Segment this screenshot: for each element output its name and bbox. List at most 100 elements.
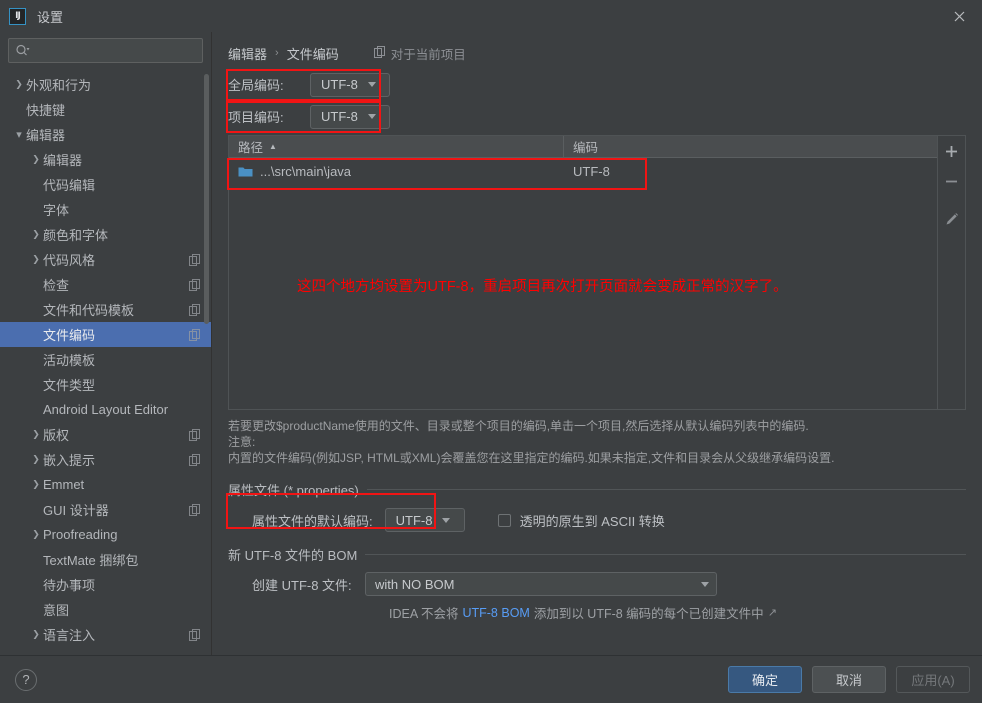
sidebar-item-12[interactable]: ❯文件类型 bbox=[0, 372, 211, 397]
breadcrumb-separator: › bbox=[275, 47, 279, 59]
sidebar-item-17[interactable]: ❯GUI 设计器 bbox=[0, 497, 211, 522]
chevron-right-icon[interactable]: ❯ bbox=[29, 429, 43, 440]
close-icon[interactable] bbox=[936, 0, 982, 32]
logo-text: IJ bbox=[15, 11, 21, 21]
copy-icon bbox=[188, 628, 201, 641]
column-header-encoding[interactable]: 编码 bbox=[564, 136, 937, 157]
sidebar-item-16[interactable]: ❯ Emmet bbox=[0, 472, 211, 497]
search-input[interactable] bbox=[8, 38, 203, 63]
sidebar-item-22[interactable]: ❯ 语言注入 bbox=[0, 622, 211, 647]
sidebar-item-18[interactable]: ❯ Proofreading bbox=[0, 522, 211, 547]
chevron-down-icon bbox=[367, 82, 376, 87]
add-row-button[interactable] bbox=[940, 139, 964, 163]
sidebar-item-20[interactable]: ❯待办事项 bbox=[0, 572, 211, 597]
title-bar: IJ 设置 bbox=[0, 0, 982, 32]
help-line-2: 注意: bbox=[228, 435, 256, 449]
sidebar-item-label: Android Layout Editor bbox=[43, 402, 169, 417]
chevron-right-icon[interactable]: ❯ bbox=[29, 229, 43, 240]
chevron-right-icon[interactable]: ❯ bbox=[29, 254, 43, 265]
copy-icon bbox=[188, 303, 201, 316]
table-cell-encoding: UTF-8 bbox=[573, 163, 610, 179]
settings-dialog: IJ 设置 ❯ 外观和行为 快捷键 ▾ 编辑器 ❯ 编辑器 代码编辑 字体 ❯ … bbox=[0, 0, 982, 703]
project-encoding-dropdown[interactable]: UTF-8 bbox=[310, 104, 390, 129]
chevron-right-icon[interactable]: ❯ bbox=[29, 629, 43, 640]
copy-icon bbox=[188, 253, 201, 266]
sidebar-scrollbar[interactable] bbox=[204, 74, 209, 324]
transparent-ascii-checkbox[interactable] bbox=[497, 513, 511, 527]
breadcrumb: 编辑器 › 文件编码 对于当前项目 bbox=[228, 42, 966, 64]
sidebar-item-0[interactable]: ❯ 外观和行为 bbox=[0, 72, 211, 97]
encodings-table-main: 路径 ▲ 编码 ...\src\main\java UTF-8 bbox=[229, 136, 937, 409]
sidebar-item-13[interactable]: ❯Android Layout Editor bbox=[0, 397, 211, 422]
edit-row-button[interactable] bbox=[940, 207, 964, 231]
properties-default-encoding-dropdown[interactable]: UTF-8 bbox=[384, 508, 465, 532]
sidebar-item-4[interactable]: ❯代码编辑 bbox=[0, 172, 211, 197]
dialog-footer: ? 确定 取消 应用(A) bbox=[0, 655, 982, 703]
group-divider bbox=[365, 554, 966, 555]
global-encoding-value: UTF-8 bbox=[321, 77, 358, 92]
sidebar-item-label: GUI 设计器 bbox=[43, 503, 109, 518]
intellij-logo-icon: IJ bbox=[9, 7, 26, 25]
dialog-body: ❯外观和行为❯快捷键▾编辑器❯编辑器❯代码编辑❯字体❯颜色和字体❯代码风格❯检查… bbox=[0, 32, 982, 655]
remove-row-button[interactable] bbox=[940, 169, 964, 193]
copy-icon bbox=[188, 453, 201, 466]
sidebar-item-label: 编辑器 bbox=[26, 128, 66, 143]
sidebar-bottom-fade bbox=[0, 647, 211, 655]
properties-group: 属性文件 (*.properties) 属性文件的默认编码: UTF-8 透明的… bbox=[226, 480, 966, 532]
chevron-down-icon[interactable]: ▾ bbox=[12, 128, 26, 141]
sidebar-item-6[interactable]: ❯ 颜色和字体 bbox=[0, 222, 211, 247]
table-toolbar bbox=[937, 136, 965, 409]
help-description: 若要更改$productName使用的文件、目录或整个项目的编码,单击一个项目,… bbox=[228, 418, 966, 466]
project-encoding-label: 项目编码: bbox=[228, 110, 284, 125]
annotation-text: 这四个地方均设置为UTF-8，重启项目再次打开页面就会变成正常的汉字了。 bbox=[297, 279, 788, 295]
sidebar-item-label: 代码风格 bbox=[43, 253, 96, 268]
sidebar-item-8[interactable]: ❯检查 bbox=[0, 272, 211, 297]
project-encoding-value: UTF-8 bbox=[321, 109, 358, 124]
chevron-right-icon[interactable]: ❯ bbox=[29, 479, 43, 490]
cancel-button[interactable]: 取消 bbox=[812, 666, 886, 693]
sidebar-item-5[interactable]: ❯字体 bbox=[0, 197, 211, 222]
chevron-right-icon[interactable]: ❯ bbox=[29, 454, 43, 465]
bom-hint: IDEA 不会将 UTF-8 BOM 添加到以 UTF-8 编码的每个已创建文件… bbox=[252, 603, 966, 622]
chevron-down-icon bbox=[701, 581, 709, 587]
external-link-icon[interactable]: ↗ bbox=[768, 606, 777, 619]
minus-icon bbox=[946, 180, 957, 182]
project-encoding-row: 项目编码: UTF-8 bbox=[226, 101, 966, 133]
column-header-path[interactable]: 路径 ▲ bbox=[229, 136, 564, 157]
copy-icon bbox=[188, 503, 201, 516]
help-button[interactable]: ? bbox=[15, 668, 37, 691]
breadcrumb-parent[interactable]: 编辑器 bbox=[228, 44, 267, 63]
plus-icon bbox=[946, 145, 957, 157]
bom-group: 新 UTF-8 文件的 BOM 创建 UTF-8 文件: with NO BOM… bbox=[228, 545, 966, 622]
sidebar-item-11[interactable]: ❯活动模板 bbox=[0, 347, 211, 372]
breadcrumb-current: 文件编码 bbox=[286, 46, 339, 62]
sidebar-item-21[interactable]: ❯意图 bbox=[0, 597, 211, 622]
sidebar-item-label: 文件编码 bbox=[43, 328, 96, 343]
project-scope-note: 对于当前项目 bbox=[373, 44, 466, 63]
apply-button[interactable]: 应用(A) bbox=[896, 666, 970, 693]
sidebar-item-label: 代码编辑 bbox=[43, 178, 96, 193]
table-row[interactable]: ...\src\main\java UTF-8 bbox=[229, 158, 937, 184]
ok-button[interactable]: 确定 bbox=[728, 666, 802, 693]
sidebar-item-1[interactable]: ❯快捷键 bbox=[0, 97, 211, 122]
chevron-down-icon bbox=[367, 114, 376, 119]
sidebar-item-19[interactable]: ❯TextMate 捆绑包 bbox=[0, 547, 211, 572]
sidebar-item-9[interactable]: ❯文件和代码模板 bbox=[0, 297, 211, 322]
sidebar-item-14[interactable]: ❯ 版权 bbox=[0, 422, 211, 447]
sidebar-item-3[interactable]: ❯ 编辑器 bbox=[0, 147, 211, 172]
bom-mode-dropdown[interactable]: with NO BOM bbox=[365, 572, 717, 596]
global-encoding-dropdown[interactable]: UTF-8 bbox=[310, 72, 390, 97]
bom-hint-link[interactable]: UTF-8 BOM bbox=[462, 606, 529, 620]
chevron-right-icon[interactable]: ❯ bbox=[12, 79, 26, 90]
sidebar-item-label: 版权 bbox=[43, 428, 70, 443]
properties-group-label: 属性文件 (*.properties) bbox=[228, 483, 359, 498]
settings-tree[interactable]: ❯外观和行为❯快捷键▾编辑器❯编辑器❯代码编辑❯字体❯颜色和字体❯代码风格❯检查… bbox=[0, 70, 211, 655]
sidebar-item-15[interactable]: ❯ 嵌入提示 bbox=[0, 447, 211, 472]
sidebar-item-10[interactable]: ❯文件编码 bbox=[0, 322, 211, 347]
sidebar-item-2[interactable]: ▾ 编辑器 bbox=[0, 122, 211, 147]
help-line-3: 内置的文件编码(例如JSP, HTML或XML)会覆盖您在这里指定的编码.如果未… bbox=[228, 451, 835, 465]
chevron-right-icon[interactable]: ❯ bbox=[29, 529, 43, 540]
chevron-right-icon[interactable]: ❯ bbox=[29, 154, 43, 165]
sidebar-item-7[interactable]: ❯ 代码风格 bbox=[0, 247, 211, 272]
sidebar-item-label: 外观和行为 bbox=[26, 78, 92, 93]
